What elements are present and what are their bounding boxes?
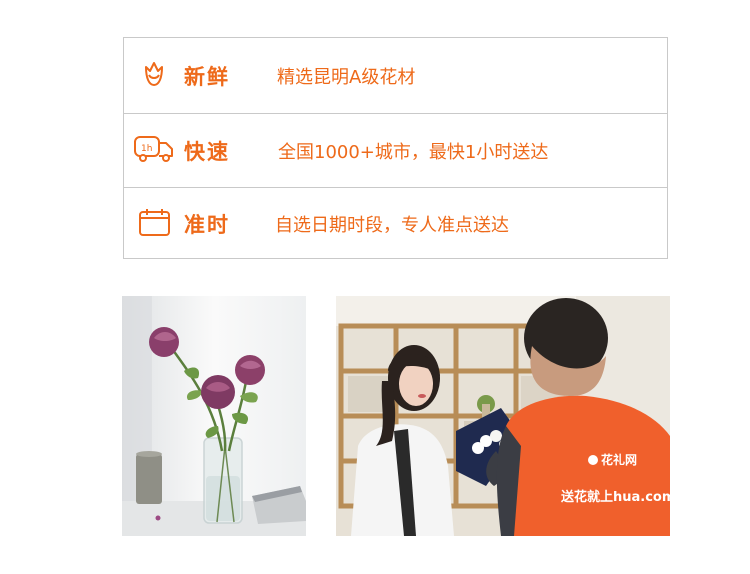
rose-icon [138,58,170,94]
feature-description: 全国1000+城市，最快1小时送达 [278,141,549,163]
roses-in-vase-photo [122,296,306,536]
features-panel: 新鲜 精选昆明A级花材 1h 快速 全国1000+城市，最快1小时送达 准时 自 [123,37,668,259]
feature-title: 快速 [184,139,230,164]
feature-description: 精选昆明A级花材 [277,66,416,88]
feature-row-fresh: 新鲜 精选昆明A级花材 [124,38,667,113]
feature-title: 新鲜 [184,64,230,89]
feature-description: 自选日期时段，专人准点送达 [275,214,509,236]
feature-row-fast: 1h 快速 全国1000+城市，最快1小时送达 [124,113,667,187]
delivery-truck-1h-icon: 1h [133,134,175,168]
feature-row-punctual: 准时 自选日期时段，专人准点送达 [124,187,667,259]
courier-delivering-bouquet-photo: 花礼网 送花就上hua.com [336,296,670,536]
vest-slogan-text: 送花就上hua.com [560,489,670,505]
vest-logo-text: 花礼网 [601,452,637,467]
feature-title: 准时 [184,212,230,237]
icon-label: 1h [141,144,152,154]
calendar-icon [138,207,171,241]
